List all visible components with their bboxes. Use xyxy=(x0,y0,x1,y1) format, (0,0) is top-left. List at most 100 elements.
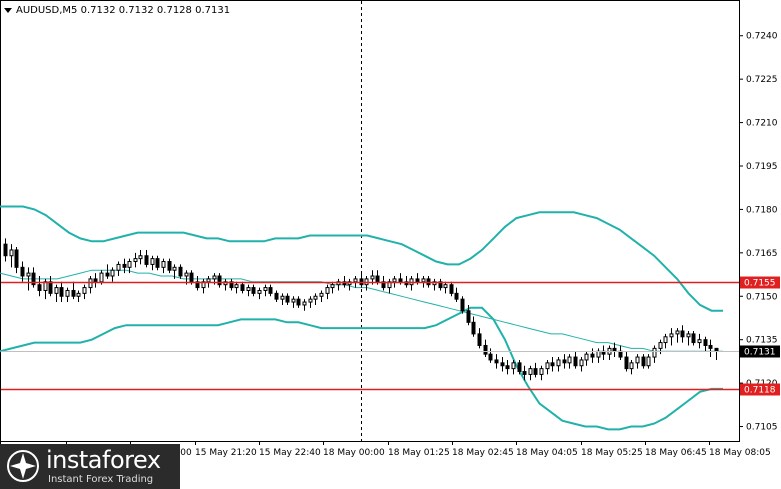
x-tick-label: 15 May 21:20 xyxy=(195,448,257,458)
candle-body xyxy=(415,278,420,283)
candle-body xyxy=(296,298,301,306)
candle-body xyxy=(110,269,115,277)
candle-body xyxy=(20,266,25,277)
y-tick-label: 0.7135 xyxy=(746,336,778,346)
y-tick-label: 0.7180 xyxy=(746,205,778,215)
candle-body xyxy=(398,278,403,283)
candle-body xyxy=(240,284,245,291)
y-tick-label: 0.7165 xyxy=(746,249,778,259)
candle-body xyxy=(65,289,70,297)
candle-body xyxy=(99,272,104,283)
y-axis: 0.7240 0.7225 0.7210 0.7195 0.7180 0.7165 0.71… xyxy=(739,32,778,433)
candle-body xyxy=(443,284,448,289)
level-price-label: 0.7118 xyxy=(744,386,776,396)
y-tick-label: 0.7195 xyxy=(746,162,778,172)
candle-body xyxy=(584,353,589,361)
candle-body xyxy=(263,287,268,291)
candle-body xyxy=(319,292,324,297)
candle-body xyxy=(217,275,222,286)
candle-body xyxy=(658,342,663,349)
candle-body xyxy=(251,287,256,294)
candle-body xyxy=(517,362,522,373)
symbol-ohlc-header: AUDUSD,M5 0.7132 0.7132 0.7128 0.7131 xyxy=(16,5,230,16)
candle-body xyxy=(505,365,510,370)
candle-body xyxy=(522,371,527,375)
candle-body xyxy=(246,287,251,291)
candle-body xyxy=(680,330,685,338)
candle-body xyxy=(59,287,64,297)
y-tick-label: 0.7150 xyxy=(746,292,778,302)
candle-body xyxy=(127,261,132,268)
candle-body xyxy=(308,298,313,303)
candle-body xyxy=(71,289,76,297)
candle-body xyxy=(483,344,488,355)
candle-body xyxy=(291,298,296,303)
plot-frame xyxy=(0,0,740,442)
candle-body xyxy=(624,356,629,370)
x-tick-label: 18 May 02:45 xyxy=(452,448,514,458)
candle-body xyxy=(93,278,98,283)
candle-body xyxy=(494,359,499,364)
candle-body xyxy=(714,347,719,352)
x-tick-label: 18 May 06:45 xyxy=(645,448,707,458)
candle-body xyxy=(686,333,691,338)
candle-body xyxy=(122,263,127,268)
watermark-brand: instaforex xyxy=(46,446,161,474)
candle-body xyxy=(646,356,651,367)
candle-body xyxy=(330,284,335,289)
candle-body xyxy=(150,258,155,265)
candle-body xyxy=(466,310,471,323)
candle-body xyxy=(144,255,149,265)
candle-body xyxy=(138,255,143,260)
candle-body xyxy=(539,368,544,375)
candle-body xyxy=(691,333,696,344)
candle-body xyxy=(618,350,623,358)
candle-body xyxy=(274,292,279,300)
y-tick-label: 0.7240 xyxy=(746,32,778,42)
candle-body xyxy=(257,289,262,294)
candle-body xyxy=(76,292,81,297)
watermark-logo: instaforex Instant Forex Trading xyxy=(0,444,180,489)
price-chart[interactable]: 0.7240 0.7225 0.7210 0.7195 0.7180 0.7165 0.71… xyxy=(0,0,781,489)
candle-body xyxy=(302,301,307,306)
x-tick-label: 18 May 08:05 xyxy=(709,448,771,458)
candle-body xyxy=(545,362,550,370)
candle-body xyxy=(234,284,239,289)
candle-body xyxy=(573,356,578,367)
candle-body xyxy=(454,292,459,300)
candle-body xyxy=(421,278,426,283)
y-tick-label: 0.7225 xyxy=(746,75,778,85)
x-tick-label: 18 May 05:25 xyxy=(581,448,643,458)
current-price-label: 0.7131 xyxy=(744,348,776,358)
instaforex-logo-icon xyxy=(7,450,39,482)
y-tick-label: 0.7210 xyxy=(746,119,778,129)
x-tick-label: 18 May 01:25 xyxy=(388,448,450,458)
level-price-label: 0.7155 xyxy=(744,279,776,289)
candle-body xyxy=(167,261,172,271)
candle-body xyxy=(116,263,121,271)
candle-body xyxy=(54,287,59,294)
candle-body xyxy=(313,295,318,300)
candle-body xyxy=(133,258,138,263)
candle-body xyxy=(533,368,538,375)
candle-body xyxy=(325,287,330,294)
candle-body xyxy=(596,350,601,358)
candle-body xyxy=(663,336,668,344)
candle-body xyxy=(579,359,584,367)
candle-body xyxy=(285,295,290,303)
x-tick-label: 18 May 00:00 xyxy=(323,448,385,458)
chart-window[interactable]: 0.7240 0.7225 0.7210 0.7195 0.7180 0.7165 0.71… xyxy=(0,0,781,489)
candle-body xyxy=(105,272,110,277)
candle-body xyxy=(500,362,505,367)
candle-body xyxy=(14,249,19,268)
candle-body xyxy=(460,298,465,312)
candle-body xyxy=(697,339,702,344)
candle-body xyxy=(189,272,194,283)
candle-body xyxy=(375,275,380,283)
candle-body xyxy=(449,284,454,294)
candle-body xyxy=(488,353,493,361)
candle-body xyxy=(268,287,273,294)
x-tick-label: 18 May 04:05 xyxy=(516,448,578,458)
candle xyxy=(460,296,465,314)
x-tick-label: 15 May 22:40 xyxy=(259,448,321,458)
